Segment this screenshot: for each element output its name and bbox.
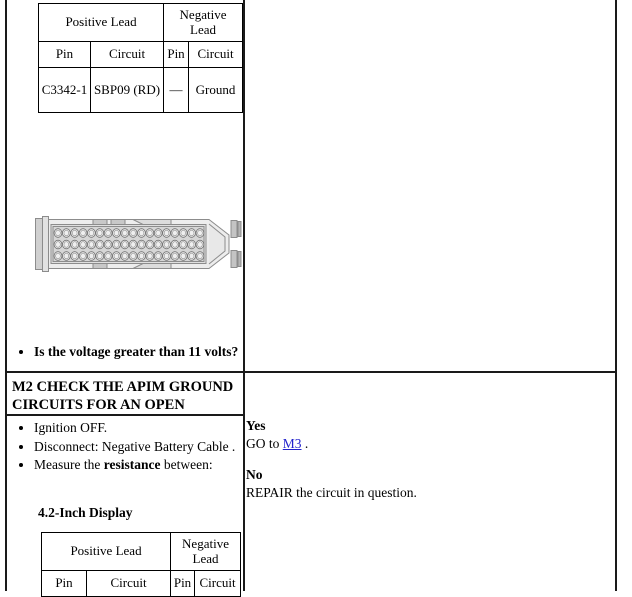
top-lead-table: Positive Lead Negative Lead Pin Circuit … — [37, 3, 244, 113]
yes-label: Yes — [246, 418, 266, 433]
cell-circuit-positive: SBP09 (RD) — [89, 67, 165, 113]
list-item: Measure the resistance between: — [34, 456, 262, 475]
test-question: Is the voltage greater than 11 volts? — [34, 343, 259, 362]
col-header-circuit-negative: Circuit — [188, 41, 244, 68]
col-header-pin-positive: Pin — [38, 41, 91, 68]
link-m3[interactable]: M3 — [283, 436, 302, 451]
m2-step-heading: M2 CHECK THE APIM GROUND CIRCUITS FOR AN… — [12, 379, 234, 413]
cell-pin-negative: — — [163, 67, 190, 113]
table-row: C3342-1 SBP09 (RD) — Ground — [38, 67, 244, 113]
list-item: Disconnect: Negative Battery Cable . — [34, 438, 262, 457]
col-header-circuit-positive: Circuit — [89, 41, 165, 68]
diagnostic-page: Positive Lead Negative Lead Pin Circuit … — [0, 0, 632, 597]
col-header-circuit-positive: Circuit — [85, 570, 172, 597]
step-text: Disconnect: Negative Battery Cable . — [34, 438, 236, 454]
step-emphasis: resistance — [103, 457, 161, 473]
col-header-pin-negative: Pin — [170, 570, 196, 597]
step-text: Measure the — [34, 457, 104, 473]
test-step-row-divider — [5, 371, 617, 373]
table-group-header-row: Positive Lead Negative Lead — [37, 3, 244, 42]
connector-pin-view-diagram — [35, 216, 242, 272]
col-header-pin-positive: Pin — [41, 570, 87, 597]
yes-action: GO to M3 . — [246, 435, 526, 453]
no-label: No — [246, 466, 263, 482]
cell-pin-positive: C3342-1 — [38, 67, 91, 113]
yes-action-text: GO to — [246, 435, 283, 451]
cell-circuit-negative: Ground — [188, 67, 244, 113]
positive-lead-header: Positive Lead — [40, 532, 172, 571]
col-header-pin-negative: Pin — [163, 41, 190, 68]
negative-lead-header: Negative Lead — [163, 3, 244, 42]
test-question-list: Is the voltage greater than 11 volts? — [16, 343, 259, 362]
list-item: Ignition OFF. — [34, 419, 262, 438]
answer-spacer — [246, 453, 526, 466]
positive-lead-header: Positive Lead — [37, 3, 165, 42]
no-action: REPAIR the circuit in question. — [246, 484, 417, 500]
bottom-lead-table: Positive Lead Negative Lead Pin Circuit … — [40, 532, 242, 597]
m2-step-list: Ignition OFF. Disconnect: Negative Batte… — [16, 419, 262, 475]
step-text-tail: between: — [160, 457, 213, 473]
negative-lead-header: Negative Lead — [170, 532, 242, 571]
table-column-header-row: Pin Circuit Pin Circuit — [38, 41, 244, 68]
col-header-circuit-negative: Circuit — [194, 570, 242, 597]
m2-answer-column: Yes GO to M3 . No REPAIR the circuit in … — [246, 417, 526, 502]
step-text: Ignition OFF. — [34, 420, 108, 435]
display-variant-caption: 4.2-Inch Display — [38, 505, 133, 520]
column-divider-lower — [243, 371, 245, 591]
yes-action-text-tail: . — [301, 435, 309, 451]
table-column-header-row: Pin Circuit Pin Circuit — [41, 570, 242, 597]
column-divider-upper — [243, 0, 245, 371]
table-group-header-row: Positive Lead Negative Lead — [40, 532, 242, 571]
